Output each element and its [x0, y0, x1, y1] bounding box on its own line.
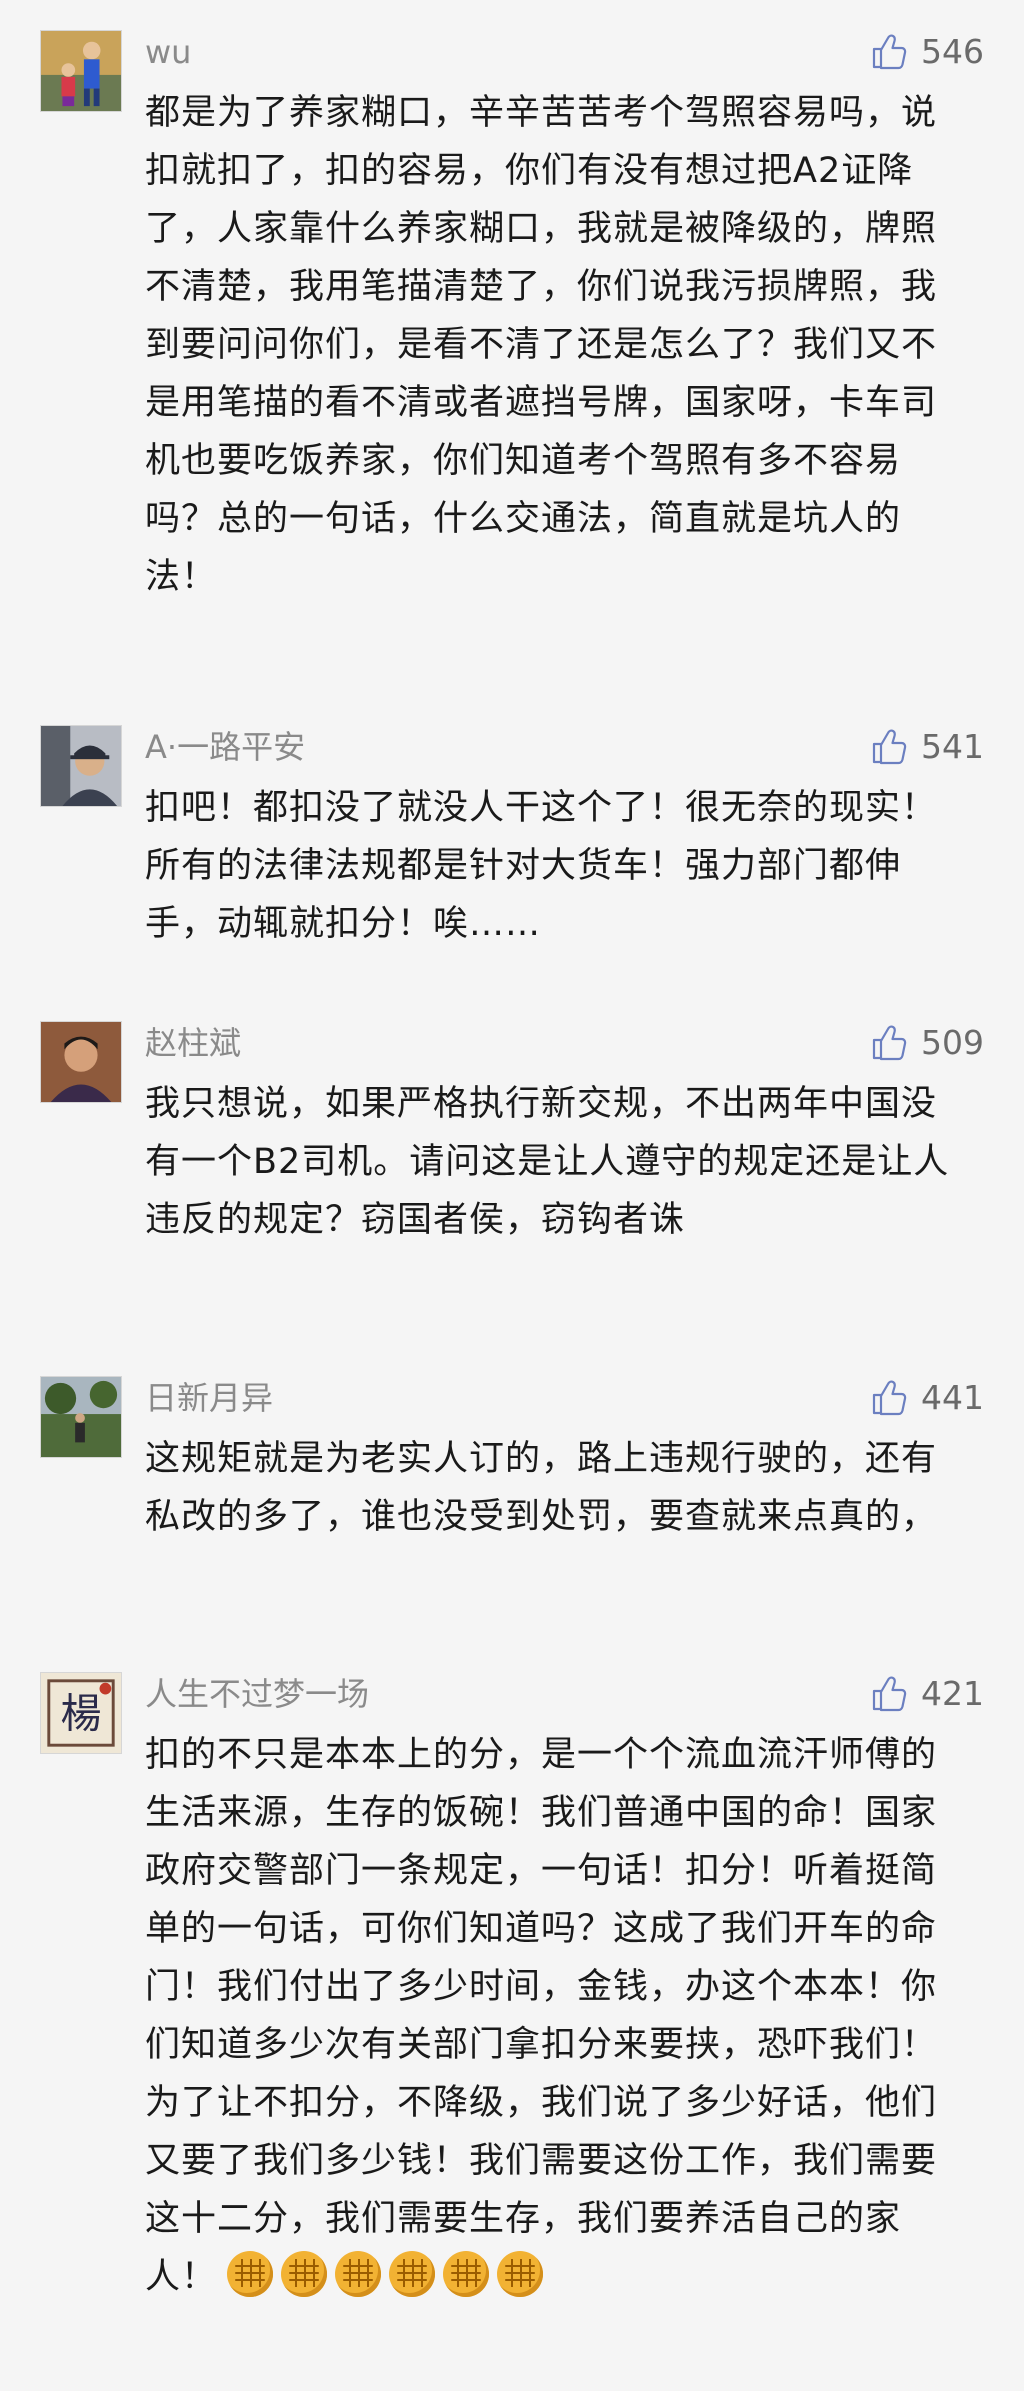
- user-photo-outdoor-icon: [41, 1377, 121, 1457]
- like-count: 546: [921, 32, 984, 71]
- avatar[interactable]: [40, 1376, 122, 1458]
- fist-emoji-icon: [497, 2251, 544, 2297]
- comment-list: wu 546 都是为了养家糊口，辛辛苦苦考个驾照容易吗，说扣就扣了，扣的容易，你…: [0, 0, 1024, 2391]
- comment-text: 都是为了养家糊口，辛辛苦苦考个驾照容易吗，说扣就扣了，扣的容易，你们有没有想过把…: [145, 93, 938, 597]
- fist-emoji-icon: [281, 2251, 328, 2297]
- comment-text: 扣吧！都扣没了就没人干这个了！很无奈的现实！所有的法律法规都是针对大货车！强力部…: [145, 788, 938, 944]
- comment-text: 这规矩就是为老实人订的，路上违规行驶的，还有私改的多了，谁也没受到处罚，要查就来…: [145, 1439, 938, 1537]
- comment-text: 我只想说，如果严格执行新交规，不出两年中国没有一个B2司机。请问这是让人遵守的规…: [145, 1084, 950, 1240]
- username[interactable]: wu: [145, 32, 191, 72]
- like-button[interactable]: 546: [869, 30, 984, 74]
- avatar[interactable]: [40, 725, 122, 807]
- like-count: 509: [921, 1023, 984, 1062]
- user-photo-man-cap-icon: [41, 726, 121, 806]
- avatar[interactable]: 楊: [40, 1672, 122, 1754]
- username[interactable]: A·一路平安: [145, 727, 305, 767]
- avatar[interactable]: [40, 1021, 122, 1103]
- thumbs-up-icon: [872, 1025, 907, 1061]
- like-count: 421: [921, 1674, 984, 1713]
- like-button[interactable]: 441: [869, 1376, 984, 1420]
- like-count: 541: [921, 727, 984, 766]
- comment-text-body: 扣的不只是本本上的分，是一个个流血流汗师傅的生活来源，生存的饭碗！我们普通中国的…: [145, 1735, 938, 2297]
- yang-seal-avatar-icon: 楊: [41, 1673, 121, 1753]
- fist-emoji-icon: [335, 2251, 382, 2297]
- thumbs-up-icon: [872, 1380, 907, 1416]
- like-count: 441: [921, 1378, 984, 1417]
- comment-text: 扣的不只是本本上的分，是一个个流血流汗师傅的生活来源，生存的饭碗！我们普通中国的…: [145, 1726, 965, 2306]
- fist-emoji-icon: [227, 2251, 274, 2297]
- avatar[interactable]: [40, 30, 122, 112]
- username[interactable]: 人生不过梦一场: [145, 1674, 369, 1714]
- thumbs-up-icon: [872, 729, 907, 765]
- thumbs-up-icon: [872, 1676, 907, 1712]
- user-photo-child-icon: [41, 31, 121, 111]
- fist-emoji-icon: [443, 2251, 490, 2297]
- avatar-seal-text: 楊: [61, 1690, 102, 1738]
- fist-emoji-icon: [389, 2251, 436, 2297]
- like-button[interactable]: 541: [869, 725, 984, 769]
- user-photo-man-icon: [41, 1022, 121, 1102]
- username[interactable]: 赵柱斌: [145, 1023, 241, 1063]
- fist-emoji-group: [227, 2251, 544, 2297]
- like-button[interactable]: 509: [869, 1021, 984, 1065]
- thumbs-up-icon: [872, 34, 907, 70]
- username[interactable]: 日新月异: [145, 1378, 273, 1418]
- like-button[interactable]: 421: [869, 1672, 984, 1716]
